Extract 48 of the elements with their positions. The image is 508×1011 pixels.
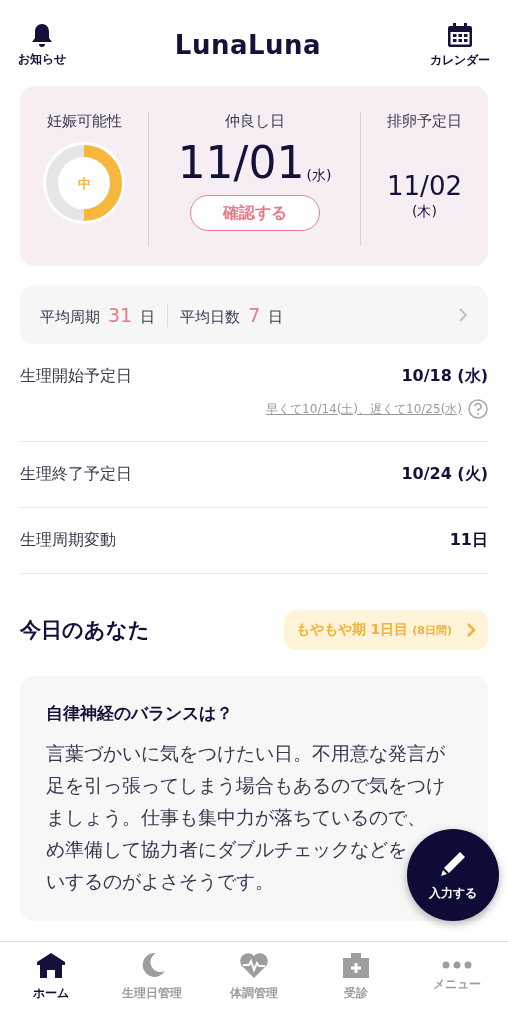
bell-icon — [31, 22, 53, 47]
average-value: 7 — [248, 303, 261, 326]
weekday-text: (木) — [412, 203, 437, 221]
chevron-right-icon — [466, 622, 476, 638]
home-icon — [35, 951, 66, 979]
average-unit: 日 — [268, 307, 284, 327]
row-label: 生理開始予定日 — [20, 366, 132, 387]
phase-button[interactable]: もやもや期 1日目 (8日間) — [283, 610, 488, 650]
more-icon — [442, 960, 473, 970]
clinic-icon — [341, 951, 370, 979]
row-value: 10/18 (水) — [401, 366, 488, 387]
summary-label: 妊娠可能性 — [46, 112, 122, 131]
ovulation-date: 11/02 — [387, 173, 462, 199]
nav-tab[interactable]: 受診 — [304, 942, 407, 1011]
advice-text-line: ましょう。仕事も集中力が落ちているので、 — [46, 805, 426, 830]
advice-text-line: め準備して協力者にダブルチェックなどを — [46, 837, 407, 862]
row-label: 生理終了予定日 — [20, 464, 132, 485]
advice-text-line: 足を引っ張ってしまう場合もあるので気をつけ — [46, 773, 445, 798]
confirm-button[interactable]: 確認する — [189, 195, 320, 231]
summary-label: 排卵予定日 — [387, 112, 462, 131]
app-logo: LunaLuna — [174, 30, 322, 60]
nav-tab[interactable]: ホーム — [0, 942, 102, 1011]
nav-tab[interactable]: 体調管理 — [203, 942, 305, 1011]
chevron-right-icon — [458, 307, 468, 323]
summary-label: 仲良し日 — [224, 112, 285, 131]
row-label: 生理周期変動 — [20, 530, 116, 551]
calendar-button[interactable]: カレンダー — [430, 21, 490, 69]
average-label: 平均日数 — [180, 307, 241, 327]
calendar-icon — [447, 21, 473, 48]
section-title: 今日のあなた — [20, 617, 150, 644]
help-icon[interactable] — [468, 399, 488, 419]
advice-heading: 自律神経のバランスは？ — [46, 702, 234, 725]
heart-pulse-icon — [239, 951, 269, 979]
average-unit: 日 — [140, 307, 156, 327]
cycle-average-bar[interactable]: 平均周期 31 日 平均日数 7 日 — [20, 286, 488, 344]
nav-tab[interactable]: メニュー — [406, 942, 508, 1011]
average-label: 平均周期 — [40, 307, 100, 327]
row-value: 11日 — [449, 530, 488, 551]
nav-tab[interactable]: 生理日管理 — [101, 942, 204, 1011]
average-value: 31 — [108, 303, 133, 326]
range-note-link[interactable]: 早くて10/14(土)、遅くて10/25(水) — [266, 400, 462, 418]
advice-text-line: いするのがよさそうです。 — [46, 869, 274, 894]
weekday-text: (水) — [306, 167, 332, 185]
gauge-value: 中 — [77, 176, 91, 191]
advice-text-line: 言葉づかいに気をつけたい日。不用意な発言が — [46, 741, 445, 766]
notifications-button[interactable]: お知らせ — [18, 22, 66, 68]
row-value: 10/24 (火) — [401, 464, 488, 485]
best-day-date: 11/01 — [177, 141, 305, 185]
